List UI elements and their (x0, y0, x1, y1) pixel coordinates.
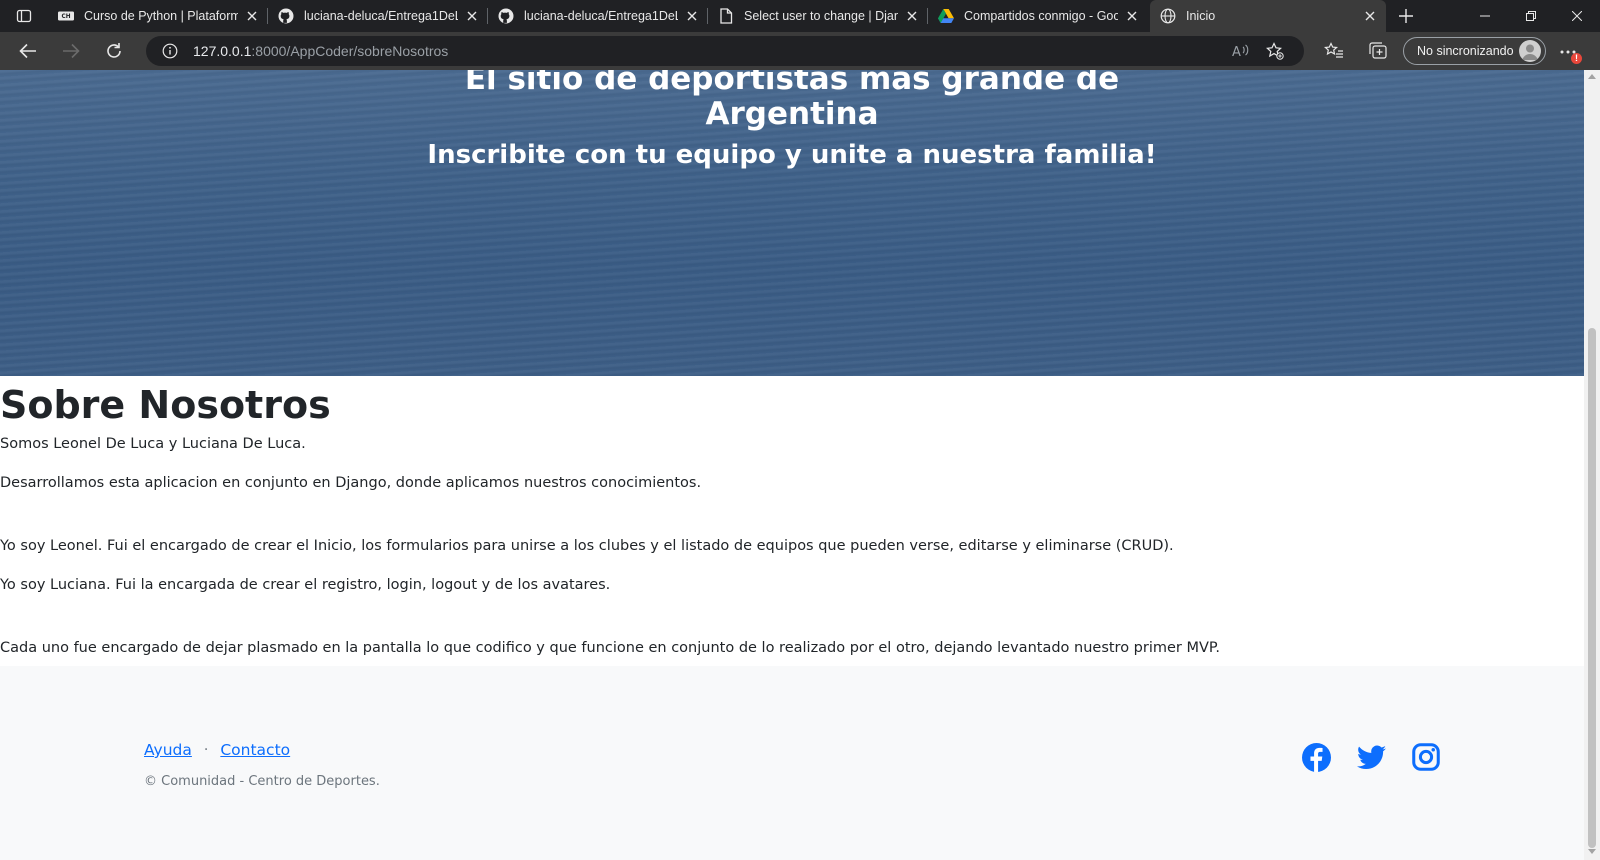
browser-tab[interactable]: luciana-deluca/Entrega1DeLu (268, 0, 488, 32)
browser-toolbar: 127.0.0.1:8000/AppCoder/sobreNosotros A (0, 32, 1600, 70)
hero-banner: El sitio de deportistas mas grande de Ar… (0, 70, 1584, 376)
tab-title: Inicio (1186, 9, 1216, 23)
page-scrollbar[interactable] (1584, 70, 1600, 860)
page-viewport: El sitio de deportistas mas grande de Ar… (0, 70, 1584, 860)
copyright-text: © Comunidad - Centro de Deportes. (144, 774, 380, 789)
about-paragraph: Desarrollamos esta aplicacion en conjunt… (0, 475, 702, 491)
browser-tab[interactable]: CH Curso de Python | Plataforma (48, 0, 268, 32)
page-title: Sobre Nosotros (0, 383, 331, 427)
globe-icon (1160, 8, 1176, 24)
google-drive-icon (938, 8, 954, 24)
browser-tab[interactable]: luciana-deluca/Entrega1DeLu (488, 0, 708, 32)
address-bar[interactable]: 127.0.0.1:8000/AppCoder/sobreNosotros A (146, 36, 1304, 66)
read-aloud-icon[interactable]: A (1232, 42, 1250, 60)
hero-title-line-2: Argentina (705, 96, 879, 132)
settings-more-icon[interactable]: ! (1558, 41, 1582, 64)
tab-title: luciana-deluca/Entrega1DeLu (304, 9, 458, 23)
close-tab-icon[interactable] (684, 8, 700, 24)
svg-text:CH: CH (61, 14, 70, 20)
close-tab-icon[interactable] (904, 8, 920, 24)
restore-icon[interactable] (1508, 0, 1554, 32)
coderhouse-icon: CH (58, 8, 74, 24)
minimize-icon[interactable] (1462, 0, 1508, 32)
profile-label: No sincronizando (1417, 44, 1514, 58)
scrollbar-thumb[interactable] (1588, 328, 1596, 848)
close-tab-icon[interactable] (1362, 8, 1378, 24)
profile-button[interactable]: No sincronizando (1403, 37, 1546, 65)
browser-tab[interactable]: Select user to change | Djang (708, 0, 928, 32)
github-icon (278, 8, 294, 24)
github-icon (498, 8, 514, 24)
close-tab-icon[interactable] (1124, 8, 1140, 24)
tab-strip: CH Curso de Python | Plataforma luciana-… (0, 0, 1600, 32)
about-paragraph: Cada uno fue encargado de dejar plasmado… (0, 640, 1221, 656)
hero-title-line-1: El sitio de deportistas mas grande de (464, 70, 1120, 97)
about-paragraph: Somos Leonel De Luca y Luciana De Luca. (0, 436, 306, 452)
site-info-icon[interactable] (162, 43, 178, 59)
about-paragraph: Yo soy Leonel. Fui el encargado de crear… (0, 538, 1174, 554)
scroll-up-icon[interactable] (1588, 74, 1596, 79)
hero-subtitle: Inscribite con tu equipo y unite a nuest… (427, 140, 1157, 170)
close-tab-icon[interactable] (244, 8, 260, 24)
browser-tab-active[interactable]: Inicio (1150, 0, 1386, 32)
back-icon[interactable] (14, 37, 42, 65)
svg-text:A: A (1232, 45, 1241, 59)
url-path: :8000/AppCoder/sobreNosotros (251, 43, 449, 59)
about-section: Sobre Nosotros Somos Leonel De Luca y Lu… (0, 376, 1584, 666)
page-icon (718, 8, 734, 24)
tab-title: Compartidos conmigo - Goog (964, 9, 1118, 23)
footer-separator: · (203, 742, 209, 758)
new-tab-icon[interactable] (1394, 4, 1418, 28)
footer-link-contacto[interactable]: Contacto (220, 741, 290, 759)
footer-link-ayuda[interactable]: Ayuda (144, 741, 192, 759)
facebook-icon[interactable] (1301, 742, 1331, 772)
close-tab-icon[interactable] (464, 8, 480, 24)
scroll-down-icon[interactable] (1588, 849, 1596, 854)
forward-icon[interactable] (57, 37, 85, 65)
notification-badge: ! (1571, 53, 1582, 64)
about-paragraph: Yo soy Luciana. Fui la encargada de crea… (0, 577, 611, 593)
reload-icon[interactable] (100, 37, 128, 65)
tab-title: Select user to change | Djang (744, 9, 898, 23)
twitter-icon[interactable] (1356, 742, 1386, 772)
add-favorite-icon[interactable] (1266, 42, 1284, 60)
browser-tab[interactable]: Compartidos conmigo - Goog (928, 0, 1148, 32)
tab-title: Curso de Python | Plataforma (84, 9, 238, 23)
close-window-icon[interactable] (1554, 0, 1600, 32)
tab-actions-icon[interactable] (10, 4, 38, 28)
avatar-icon (1519, 40, 1541, 62)
collections-icon[interactable] (1368, 41, 1388, 61)
tab-title: luciana-deluca/Entrega1DeLu (524, 9, 678, 23)
page-footer: Ayuda · Contacto © Comunidad - Centro de… (0, 666, 1584, 860)
url-host: 127.0.0.1 (193, 43, 252, 59)
url-text[interactable]: 127.0.0.1:8000/AppCoder/sobreNosotros (193, 43, 448, 59)
favorites-icon[interactable] (1324, 41, 1344, 61)
instagram-icon[interactable] (1411, 742, 1441, 772)
footer-links: Ayuda · Contacto (144, 741, 290, 759)
